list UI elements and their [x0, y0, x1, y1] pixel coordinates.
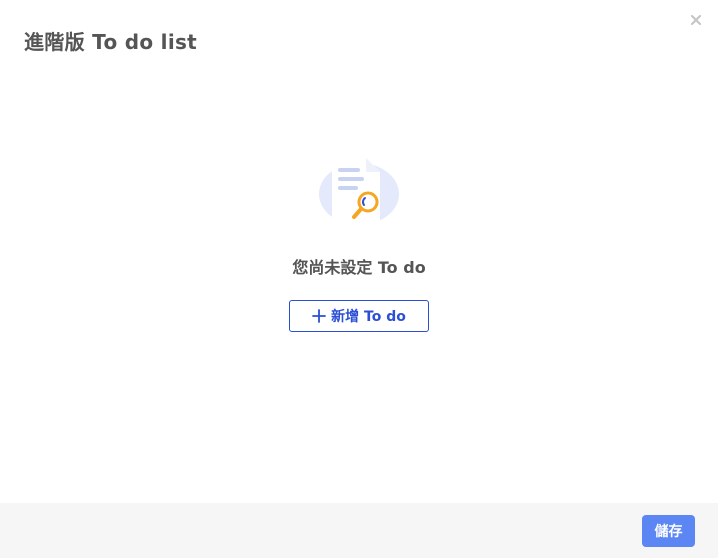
dialog-title: 進階版 To do list: [24, 30, 198, 54]
save-button[interactable]: 儲存: [642, 515, 695, 547]
add-todo-button[interactable]: 新增 To do: [289, 300, 429, 332]
document-search-icon: [319, 158, 399, 225]
todo-list-dialog: 進階版 To do list 您尚未設定 To do 新增 To do 儲存: [0, 0, 718, 558]
empty-state: 您尚未設定 To do 新增 To do: [0, 150, 718, 332]
empty-message: 您尚未設定 To do: [292, 258, 426, 277]
close-button[interactable]: [688, 12, 704, 28]
close-icon: [691, 15, 701, 25]
plus-icon: [312, 309, 327, 323]
dialog-footer: 儲存: [0, 503, 718, 558]
add-todo-label: 新增 To do: [331, 309, 406, 325]
